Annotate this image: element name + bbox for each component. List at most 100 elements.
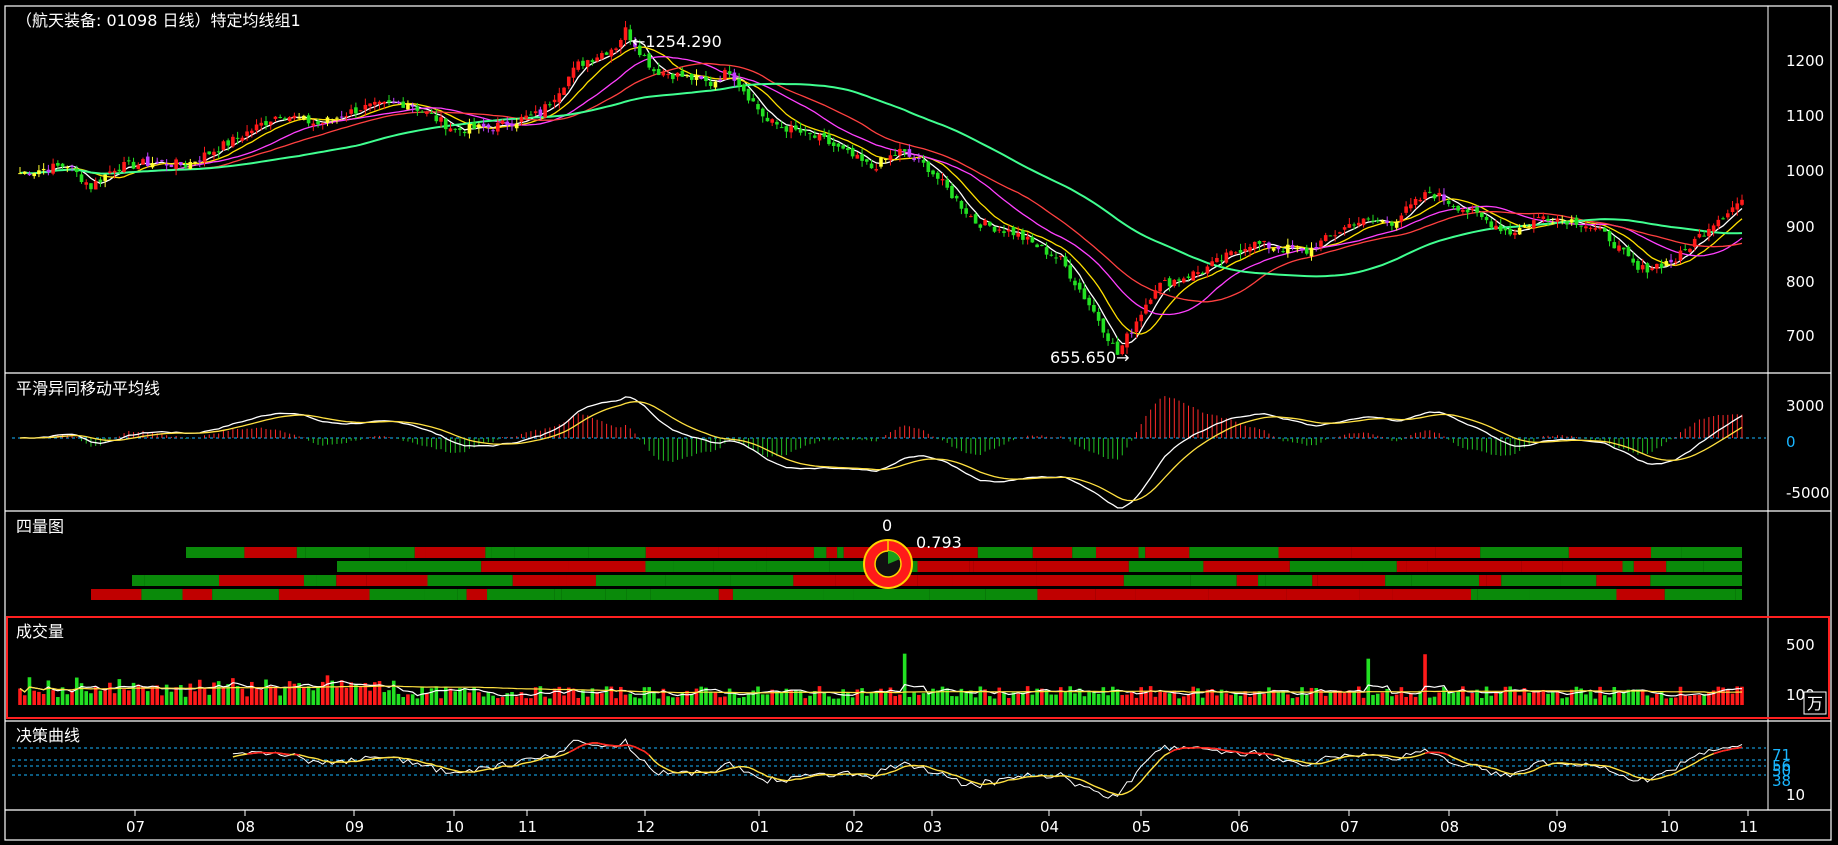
quadrant-segment — [186, 547, 244, 558]
candle-body — [1565, 222, 1569, 225]
volume-bar — [1182, 696, 1186, 705]
volume-bar — [1688, 696, 1692, 705]
decision-overbought-segment — [1714, 752, 1719, 753]
candle-body — [993, 227, 997, 232]
volume-bar — [420, 686, 424, 705]
candle-body — [1016, 233, 1020, 237]
candle-body — [1130, 333, 1134, 334]
volume-bar — [75, 678, 79, 705]
volume-bar — [799, 691, 803, 705]
quadrant-segment — [1480, 547, 1569, 558]
volume-bar — [127, 690, 131, 705]
candle-body — [80, 174, 84, 182]
candle-body — [1660, 264, 1664, 268]
candle-body — [278, 117, 282, 118]
candle-body — [1182, 278, 1186, 282]
candle-body — [1220, 260, 1224, 261]
decision-panel[interactable]: 决策曲线 71 56 50 38 10 — [12, 726, 1805, 804]
date-axis-label: 07 — [1340, 818, 1359, 836]
decision-overbought-segment — [1728, 749, 1733, 750]
candle-body — [1125, 334, 1129, 348]
candle-body — [1475, 207, 1479, 212]
candle-body — [32, 173, 36, 176]
candle-body — [1021, 231, 1025, 240]
candle-body — [1499, 225, 1503, 231]
candle-body — [837, 144, 841, 147]
quadrant-segment — [513, 575, 558, 586]
candle-body — [1135, 321, 1139, 332]
volume-bar — [1471, 693, 1475, 705]
candle-body — [1111, 343, 1115, 344]
volume-bar — [392, 681, 396, 705]
price-panel[interactable]: （航天装备: 01098 日线）特定均线组1 ←1254.290 655.650… — [16, 11, 1824, 367]
candle-body — [1319, 241, 1323, 247]
high-price-label: ←1254.290 — [632, 32, 722, 51]
candle-body — [118, 170, 122, 172]
candle-body — [1513, 233, 1517, 235]
candle-body — [539, 110, 543, 117]
volume-bar — [1196, 688, 1200, 705]
volume-panel[interactable]: 成交量 500 100 万 — [16, 622, 1826, 714]
volume-bar — [671, 697, 675, 705]
quadrant-segment — [1360, 589, 1393, 600]
date-axis: 0708091011120102030405060708091011 — [126, 810, 1758, 836]
quadrant-panel[interactable]: 四量图 0 0.793 — [16, 516, 1742, 600]
volume-bar — [718, 697, 722, 705]
date-axis-label: 05 — [1132, 818, 1151, 836]
candle-body — [359, 110, 363, 111]
candle-body — [1665, 261, 1669, 266]
volume-bar — [1612, 687, 1616, 705]
candle-body — [1272, 248, 1276, 250]
decision-overbought-segment — [1269, 754, 1274, 755]
decision-overbought-segment — [1179, 748, 1184, 749]
candle-body — [794, 125, 798, 129]
candle-body — [543, 104, 547, 117]
volume-bar — [1702, 694, 1706, 705]
candle-body — [1442, 195, 1446, 201]
candle-body — [1404, 206, 1408, 212]
candle-body — [345, 116, 349, 117]
volume-bar — [657, 699, 661, 705]
quadrant-segment — [558, 575, 567, 586]
volume-bar — [1343, 693, 1347, 705]
volume-bar — [1717, 687, 1721, 705]
quadrant-segment — [854, 589, 930, 600]
macd-tick: 3000 — [1786, 397, 1824, 415]
candle-body — [1570, 219, 1574, 222]
candle-body — [666, 74, 670, 75]
candle-body — [1173, 280, 1177, 286]
candle-body — [122, 162, 126, 172]
candle-body — [1168, 278, 1172, 286]
volume-bar — [510, 692, 514, 705]
volume-bar — [1068, 686, 1072, 705]
candle-body — [288, 117, 292, 121]
volume-bar — [1286, 694, 1290, 705]
volume-bar — [600, 693, 604, 705]
decision-overbought-segment — [1425, 752, 1430, 753]
candle-body — [969, 216, 973, 217]
candle-body — [808, 133, 812, 134]
candle-body — [1683, 249, 1687, 250]
price-tick: 800 — [1786, 273, 1815, 291]
volume-bar — [1310, 688, 1314, 705]
candle-body — [1073, 281, 1077, 286]
volume-bar — [624, 695, 628, 705]
candle-body — [1106, 333, 1110, 341]
volume-bar — [491, 696, 495, 705]
macd-panel[interactable]: 平滑异同移动平均线 3000 0 -5000 — [12, 379, 1830, 508]
volume-bar — [1532, 691, 1536, 705]
quadrant-segment — [212, 589, 279, 600]
candle-body — [1239, 250, 1243, 253]
volume-bar — [1248, 697, 1252, 705]
candle-body — [1414, 199, 1418, 205]
candle-body — [624, 27, 628, 40]
volume-bar — [189, 684, 193, 705]
candle-body — [1007, 230, 1011, 232]
volume-bar — [1551, 692, 1555, 705]
candle-body — [643, 55, 647, 56]
candle-body — [1461, 210, 1465, 212]
candle-body — [870, 164, 874, 169]
candle-body — [312, 124, 316, 126]
candle-body — [1641, 265, 1645, 269]
candle-body — [146, 157, 150, 166]
